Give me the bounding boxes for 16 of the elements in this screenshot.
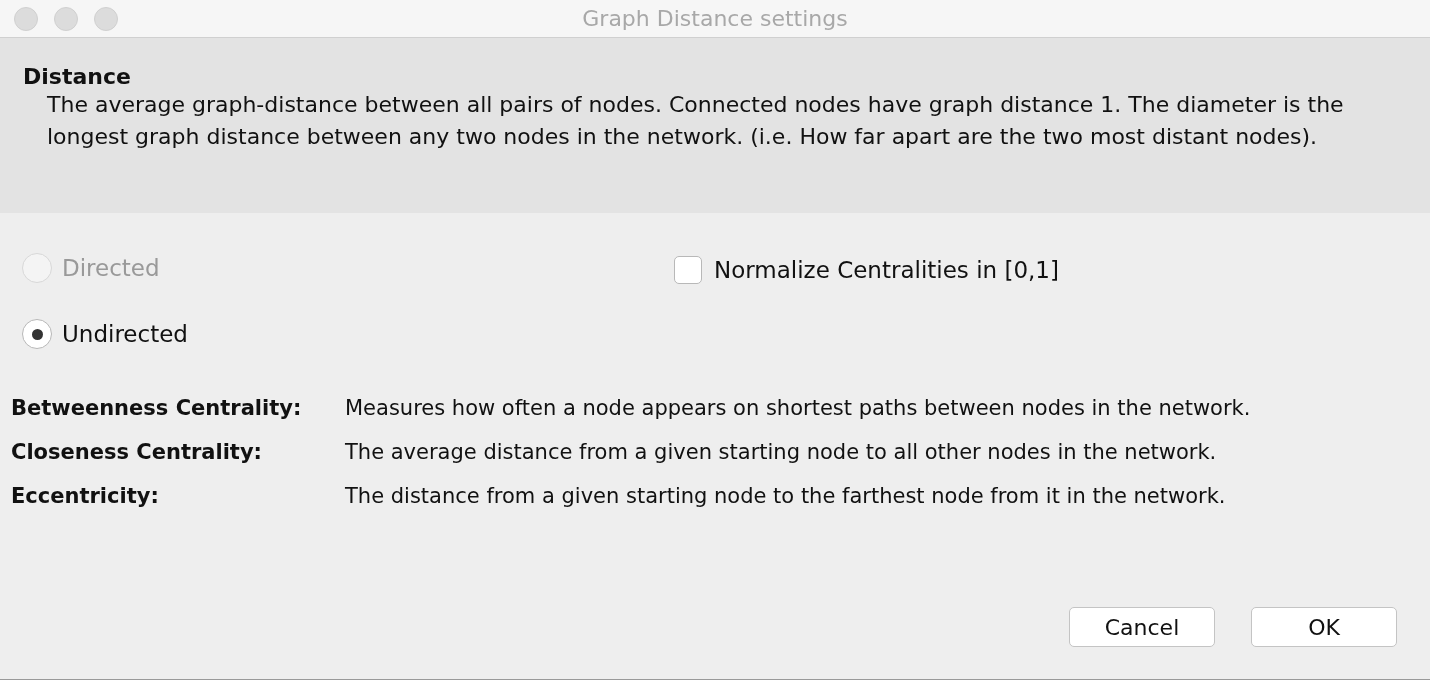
- window-title: Graph Distance settings: [582, 6, 848, 31]
- cancel-button[interactable]: Cancel: [1069, 607, 1215, 647]
- section-description: The average graph-distance between all pairs of nodes. Connected nodes have graph distance 1. The diameter is the longest graph distance between any two nodes in the network. (i.e. How far apart are the two most distant nodes).: [46, 91, 1345, 151]
- term-definition: The average distance from a given starting node to all other nodes in the network.: [345, 439, 1217, 466]
- radio-option[interactable]: Undirected: [22, 319, 188, 349]
- ok-button[interactable]: OK: [1251, 607, 1397, 647]
- term-definition: The distance from a given starting node to the farthest node from it in the network.: [345, 483, 1226, 510]
- term-label: Betweenness Centrality:: [11, 395, 302, 422]
- term-label: Closeness Centrality:: [11, 439, 262, 466]
- normalize-checkbox[interactable]: Normalize Centralities in [0,1]: [674, 253, 1059, 287]
- zoom-window-icon[interactable]: [94, 6, 118, 31]
- term-label: Eccentricity:: [11, 483, 159, 510]
- term-definition: Measures how often a node appears on shortest paths between nodes in the network.: [345, 395, 1251, 422]
- minimize-window-icon[interactable]: [54, 6, 78, 31]
- close-window-icon[interactable]: [14, 6, 38, 31]
- section-title: Distance: [23, 64, 131, 89]
